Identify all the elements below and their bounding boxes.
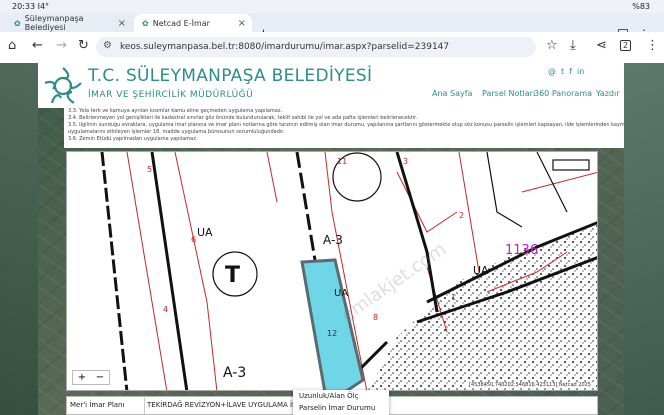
parcel-number: 12 — [327, 329, 337, 338]
web-page: T.C. SÜLEYMANPAŞA BELEDİYESİ İMAR VE ŞEH… — [0, 63, 664, 415]
close-icon[interactable]: × — [118, 18, 126, 29]
system-status-bar: 20:33 I4° %83 — [0, 0, 664, 13]
parcel-number: 3 — [403, 157, 408, 166]
note-line: 3.3. Yola terk ve kamuya ayrılan kısımla… — [68, 108, 283, 114]
note-line: uygulamalarını etkileyen işlemler 18. ma… — [68, 129, 285, 135]
tab-netcad[interactable]: ✿ Netcad E-İmar × — [134, 14, 252, 32]
tab-label: Süleymanpaşa Belediyesi — [24, 14, 84, 32]
social-links: @ t f in — [548, 67, 584, 76]
map-context-menu: Uzunluk/Alan Ölç Parselin İmar Durumu — [293, 390, 389, 415]
note-line: 3.6. Zemin Etüdü yapılmadan uygulama yap… — [68, 136, 198, 142]
status-time: 20:33 I4° — [12, 2, 50, 11]
parcel-number: 1136 — [505, 243, 538, 258]
instagram-icon[interactable]: @ — [548, 67, 556, 76]
info-key: Mer'i İmar Planı — [67, 397, 145, 414]
nav-360-panorama[interactable]: 360 Panorama — [534, 89, 592, 98]
site-header: T.C. SÜLEYMANPAŞA BELEDİYESİ İMAR VE ŞEH… — [38, 63, 624, 108]
zone-label: UA — [197, 226, 213, 239]
parcel-number: 5 — [147, 165, 152, 174]
forward-arrow-icon[interactable]: → — [56, 38, 67, 53]
linkedin-icon[interactable]: in — [577, 67, 584, 76]
close-icon[interactable]: × — [238, 18, 246, 29]
nav-print[interactable]: Yazdır — [596, 89, 619, 98]
zoning-map[interactable]: UA A-3 T UA A-3 UA 5 11 4 3 6 12 8 1 2 1… — [66, 151, 598, 391]
share-icon[interactable]: ⋖ — [596, 38, 607, 53]
home-icon[interactable]: ⌂ — [8, 38, 16, 53]
zone-label: T — [225, 263, 240, 288]
background-satellite-left — [0, 63, 38, 415]
battery-indicator: %83 — [632, 2, 650, 11]
municipality-logo-icon — [44, 67, 82, 104]
tab-label: Netcad E-İmar — [152, 18, 210, 28]
more-vert-icon[interactable]: ⋮ — [646, 38, 659, 53]
back-arrow-icon[interactable]: ← — [32, 38, 43, 53]
parcel-number: 11 — [337, 157, 347, 166]
menu-item-measure[interactable]: Uzunluk/Alan Ölç — [293, 390, 389, 402]
note-line: 3.5. İlgilinin sunduğu evraklara, uygula… — [68, 122, 624, 128]
site-settings-icon[interactable]: ⚙ — [103, 40, 112, 51]
parcel-number: 1 — [451, 293, 456, 302]
zone-label: A-3 — [223, 365, 246, 381]
nav-home[interactable]: Ana Sayfa — [432, 89, 472, 98]
tab-favicon-icon: ✿ — [14, 18, 21, 28]
facebook-icon[interactable]: f — [569, 67, 572, 76]
background-satellite-right — [624, 63, 664, 415]
browser-tab-strip: ✿ Süleymanpaşa Belediyesi × ✿ Netcad E-İ… — [0, 13, 664, 42]
zoom-out-button[interactable]: − — [91, 371, 109, 384]
zone-label: A-3 — [323, 233, 343, 247]
parcel-number: 2 — [459, 211, 464, 220]
zoom-in-button[interactable]: + — [73, 371, 91, 384]
tab-count-badge[interactable]: 2 — [620, 40, 632, 51]
reload-icon[interactable]: ↻ — [78, 38, 89, 53]
coordinate-readout: [4538450.740202;546816.423113] Netcad 20… — [467, 382, 593, 388]
menu-item-zoning-status[interactable]: Parselin İmar Durumu — [293, 402, 389, 414]
parcel-number: 4 — [163, 305, 168, 314]
site-subtitle: İMAR VE ŞEHİRCİLİK MÜDÜRLÜĞÜ — [88, 90, 254, 100]
parcel-number: 6 — [191, 235, 196, 244]
zone-label: UA — [334, 288, 348, 299]
zoom-controls: + − — [72, 370, 110, 385]
download-icon[interactable]: ⤓ — [570, 38, 576, 53]
twitter-icon[interactable]: t — [561, 67, 564, 76]
zone-label: UA — [473, 264, 489, 277]
parcel-notes-text: 3.3. Yola terk ve kamuya ayrılan kısımla… — [64, 108, 624, 148]
bookmark-star-icon[interactable]: ☆ — [546, 38, 558, 53]
site-title: T.C. SÜLEYMANPAŞA BELEDİYESİ — [88, 66, 373, 86]
parcel-number: 8 — [373, 313, 378, 322]
dotted-green-area — [368, 224, 597, 390]
nav-parcel-notes[interactable]: Parsel Notları — [482, 89, 535, 98]
browser-toolbar: ⌂ ← → ↻ ⚙ keos.suleymanpasa.bel.tr:8080/… — [0, 32, 664, 63]
zoning-map-canvas[interactable]: UA A-3 T UA A-3 UA 5 11 4 3 6 12 8 1 2 1… — [67, 152, 598, 391]
note-line: 3.4. Belirlenmeyen yol genişlikleri ile … — [68, 115, 418, 121]
tab-favicon-icon: ✿ — [142, 18, 149, 28]
tab-suleymanpasa[interactable]: ✿ Süleymanpaşa Belediyesi × — [6, 14, 132, 32]
url-bar[interactable]: ⚙ keos.suleymanpasa.bel.tr:8080/imarduru… — [96, 37, 536, 57]
url-text: keos.suleymanpasa.bel.tr:8080/imardurumu… — [120, 42, 450, 52]
